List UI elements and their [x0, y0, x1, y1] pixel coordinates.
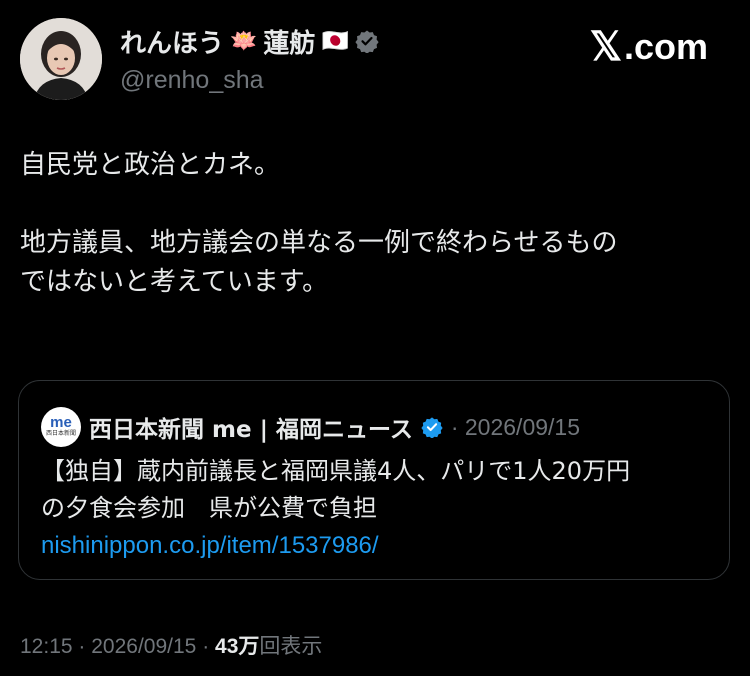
source-logo-icon[interactable]: me 西日本新聞 — [41, 407, 81, 447]
tweet-line: 地方議員、地方議会の単なる一例で終わらせるもの — [20, 228, 618, 258]
name-row[interactable]: れんほう 🪷 蓮舫 🇯🇵 — [120, 22, 379, 60]
display-name-suffix[interactable]: 蓮舫 — [263, 23, 315, 60]
brand-text: .com — [623, 26, 708, 67]
quote-body: 【独自】蔵内前議長と福岡県議4人、パリで1人20万円 の夕食会参加 県が公費で負… — [41, 453, 711, 564]
brand-logo: 𝕏 .com — [590, 24, 708, 70]
quote-headline-line: 【独自】蔵内前議長と福岡県議4人、パリで1人20万円 — [41, 457, 631, 485]
tweet-line: ではないと考えています。 — [20, 267, 329, 297]
japan-flag-icon: 🇯🇵 — [321, 28, 349, 54]
tweet-text: 自民党と政治とカネ。 地方議員、地方議会の単なる一例で終わらせるもの ではないと… — [20, 146, 720, 302]
display-name[interactable]: れんほう — [120, 23, 224, 60]
lotus-icon: 🪷 — [230, 28, 258, 54]
views-label: 回表示 — [259, 635, 323, 658]
quote-headline-line: の夕食会参加 県が公費で負担 — [41, 494, 377, 522]
views-count: 43万 — [215, 635, 260, 658]
verified-badge-icon — [421, 417, 443, 438]
quoted-link-card[interactable]: me 西日本新聞 西日本新聞 me | 福岡ニュース · 2026/09/15 … — [18, 380, 730, 580]
tweet-meta: 12:15 · 2026/09/15 · 43万回表示 — [20, 635, 323, 658]
tweet-header: れんほう 🪷 蓮舫 🇯🇵 @renho_sha 𝕏 .com — [20, 18, 730, 108]
avatar[interactable] — [20, 18, 102, 100]
profile-photo-icon — [20, 18, 102, 100]
verified-badge-icon[interactable] — [355, 29, 379, 53]
quote-source-name[interactable]: 西日本新聞 me | 福岡ニュース — [89, 410, 413, 444]
tweet-date[interactable]: 2026/09/15 — [91, 635, 196, 658]
tweet-line: 自民党と政治とカネ。 — [20, 150, 281, 180]
quote-link[interactable]: nishinippon.co.jp/item/1537986/ — [41, 532, 379, 559]
handle[interactable]: @renho_sha — [120, 66, 379, 95]
quote-header: me 西日本新聞 西日本新聞 me | 福岡ニュース · 2026/09/15 — [41, 407, 580, 447]
author-info: れんほう 🪷 蓮舫 🇯🇵 @renho_sha — [120, 22, 379, 95]
tweet-time[interactable]: 12:15 — [20, 635, 73, 658]
x-logo-icon: 𝕏 — [589, 25, 622, 69]
quote-date: · 2026/09/15 — [450, 413, 581, 440]
